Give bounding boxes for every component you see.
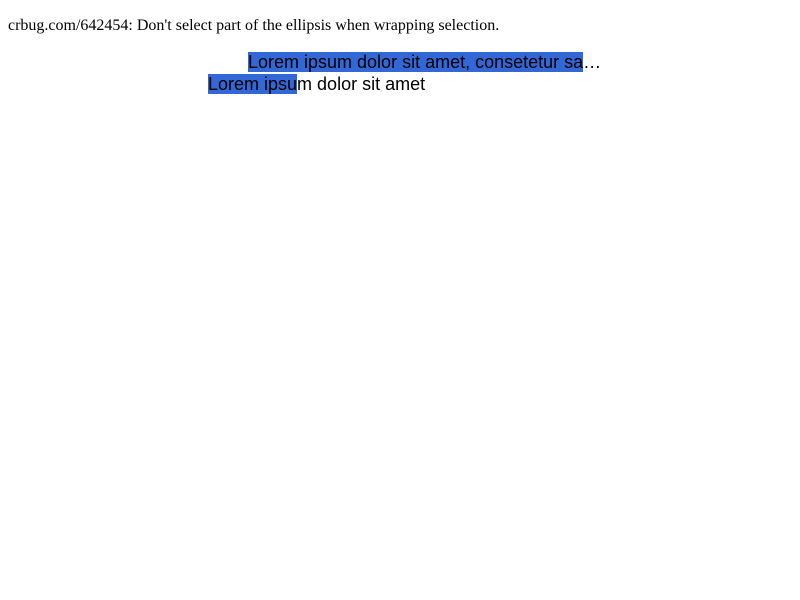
bug-description: crbug.com/642454: Don't select part of t… bbox=[8, 17, 500, 34]
ellipsis: … bbox=[583, 52, 602, 72]
selected-text: Lorem ipsum dolor sit amet, consetetur s… bbox=[248, 52, 584, 72]
selected-text: Lorem ipsu bbox=[208, 74, 298, 94]
unselected-text: m dolor sit amet bbox=[297, 74, 426, 94]
wrapped-text-line[interactable]: Lorem ipsum dolor sit amet bbox=[208, 73, 425, 95]
truncated-text-line[interactable]: Lorem ipsum dolor sit amet, consetetur s… bbox=[248, 51, 601, 73]
